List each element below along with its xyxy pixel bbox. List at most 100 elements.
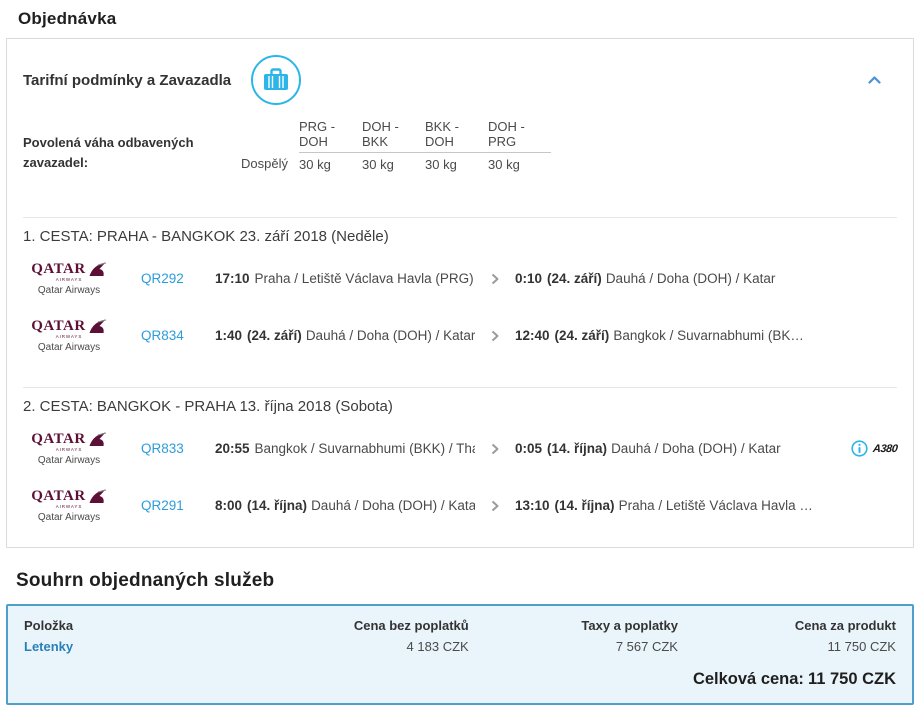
airline-logo-text: QATAR [31, 317, 86, 334]
departure-info: 20:55 Bangkok / Suvarnabhumi (BKK) / Thaj… [215, 441, 475, 456]
arrival-time: 12:40 [515, 328, 550, 343]
airline-name: Qatar Airways [37, 284, 101, 296]
arrival-place: Praha / Letiště Václava Havla … [618, 498, 813, 513]
flight-row: QATAR AIRWAYS Qatar Airways QR292 17:10 P… [23, 255, 897, 302]
qatar-airways-logo: QATAR AIRWAYS Qatar Airways [23, 317, 115, 353]
item-letenky-link[interactable]: Letenky [24, 639, 233, 654]
baggage-segment: DOH - PRG 30 kg [488, 119, 551, 172]
summary-column-base-price: Cena bez poplatků 4 183 CZK [233, 618, 469, 654]
summary-column-item: Položka Letenky [24, 618, 233, 654]
departure-place: Dauhá / Doha (DOH) / Katar [305, 328, 475, 343]
departure-time: 20:55 [215, 441, 250, 456]
airline-name: Qatar Airways [37, 511, 101, 523]
departure-place: Praha / Letiště Václava Havla (PRG) / Če… [254, 271, 475, 286]
arrival-info: 0:10 (24. září) Dauhá / Doha (DOH) / Katar [515, 271, 819, 286]
section-divider [23, 387, 897, 388]
oryx-icon [89, 489, 106, 503]
airline-name: Qatar Airways [37, 454, 101, 466]
qatar-airways-logo: QATAR AIRWAYS Qatar Airways [23, 260, 115, 296]
baggage-segment: BKK - DOH 30 kg [425, 119, 488, 172]
airline-logo-subtext: AIRWAYS [55, 503, 83, 510]
baggage-allowance-label: Povolená váha odbavených zavazadel: [23, 135, 194, 170]
summary-title: Souhrn objednaných služeb [16, 570, 275, 591]
chevron-up-icon[interactable] [868, 76, 881, 84]
oryx-icon [89, 432, 106, 446]
column-header: Cena bez poplatků [353, 618, 469, 633]
segment-route: DOH - PRG [488, 119, 551, 153]
oryx-icon [89, 262, 106, 276]
summary-table: Položka Letenky Cena bez poplatků 4 183 … [24, 618, 896, 654]
total-price-label: Celková cena: [692, 670, 804, 688]
row-icons: A380 [819, 440, 898, 457]
column-header: Cena za produkt [794, 618, 896, 633]
oryx-icon [89, 319, 106, 333]
departure-date: (14. října) [247, 498, 308, 513]
arrival-time: 13:10 [515, 498, 550, 513]
airline-logo-text: QATAR [31, 430, 86, 447]
segment-weight: 30 kg [425, 157, 457, 172]
departure-place: Bangkok / Suvarnabhumi (BKK) / Thajsko [254, 441, 475, 456]
airline-logo-text: QATAR [31, 487, 86, 504]
page-title: Objednávka [18, 9, 117, 28]
chevron-right-icon [475, 273, 515, 285]
segment-weight: 30 kg [488, 157, 520, 172]
aircraft-type-logo: A380 [872, 442, 898, 455]
flight-number-link[interactable]: QR833 [141, 441, 215, 456]
segment-route: PRG - DOH [299, 119, 362, 153]
trip-1-title: 1. CESTA: PRAHA - BANGKOK 23. září 2018 … [23, 228, 389, 245]
tariff-section-header: Tarifní podmínky a Zavazadla [23, 55, 897, 105]
arrival-time: 0:10 [515, 271, 543, 286]
baggage-segment: DOH - BKK 30 kg [362, 119, 425, 172]
arrival-info: 12:40 (24. září) Bangkok / Suvarnabhumi (B… [515, 328, 819, 343]
baggage-icon [251, 55, 302, 105]
flight-number-link[interactable]: QR834 [141, 328, 215, 343]
airline-name: Qatar Airways [37, 341, 101, 353]
arrival-place: Dauhá / Doha (DOH) / Katar [605, 271, 776, 286]
chevron-right-icon [475, 330, 515, 342]
flight-row: QATAR AIRWAYS Qatar Airways QR834 1:40 (2… [23, 312, 897, 359]
total-price-value: 11 750 CZK [807, 670, 896, 688]
departure-date: (24. září) [247, 328, 302, 343]
total-price: Celková cena: 11 750 CZK [24, 670, 896, 689]
flight-number-link[interactable]: QR292 [141, 271, 215, 286]
airline-logo-cell: QATAR AIRWAYS Qatar Airways [23, 260, 141, 296]
order-summary-box: Položka Letenky Cena bez poplatků 4 183 … [6, 604, 914, 705]
order-details-card: Tarifní podmínky a Zavazadla Povolená vá… [6, 38, 914, 548]
base-price-value: 4 183 CZK [406, 639, 469, 654]
departure-time: 1:40 [215, 328, 243, 343]
column-header: Položka [24, 618, 74, 633]
arrival-date: (24. září) [547, 271, 602, 286]
airline-logo-text: QATAR [31, 260, 86, 277]
flight-row: QATAR AIRWAYS Qatar Airways QR291 8:00 (1… [23, 482, 897, 529]
airline-logo-cell: QATAR AIRWAYS Qatar Airways [23, 317, 141, 353]
arrival-date: (24. září) [554, 328, 610, 343]
departure-place: Dauhá / Doha (DOH) / Katar [311, 498, 475, 513]
departure-info: 17:10 Praha / Letiště Václava Havla (PRG)… [215, 271, 475, 286]
qatar-airways-logo: QATAR AIRWAYS Qatar Airways [23, 487, 115, 523]
segment-route: BKK - DOH [425, 119, 488, 153]
flight-number-link[interactable]: QR291 [141, 498, 215, 513]
segment-route: DOH - BKK [362, 119, 425, 153]
airline-logo-subtext: AIRWAYS [55, 333, 83, 340]
arrival-info: 0:05 (14. října) Dauhá / Doha (DOH) / Kata… [515, 441, 819, 456]
baggage-allowance-table: Povolená váha odbavených zavazadel: Dosp… [23, 119, 897, 172]
segment-weight: 30 kg [362, 157, 394, 172]
trip-2-title: 2. CESTA: BANGKOK - PRAHA 13. října 2018… [23, 398, 393, 415]
chevron-right-icon [475, 443, 515, 455]
tariff-section-title: Tarifní podmínky a Zavazadla [23, 71, 232, 89]
departure-info: 1:40 (24. září) Dauhá / Doha (DOH) / Katar [215, 328, 475, 343]
airline-logo-subtext: AIRWAYS [55, 446, 83, 453]
arrival-place: Dauhá / Doha (DOH) / Katar [611, 441, 781, 456]
departure-time: 17:10 [215, 271, 250, 286]
airline-logo-subtext: AIRWAYS [55, 276, 83, 283]
info-icon[interactable] [851, 440, 868, 457]
section-divider [23, 217, 897, 218]
flight-row: QATAR AIRWAYS Qatar Airways QR833 20:55 B… [23, 425, 897, 472]
airline-logo-cell: QATAR AIRWAYS Qatar Airways [23, 487, 141, 523]
summary-column-taxes: Taxy a poplatky 7 567 CZK [469, 618, 678, 654]
arrival-date: (14. října) [547, 441, 608, 456]
segment-weight: 30 kg [299, 157, 331, 172]
airline-logo-cell: QATAR AIRWAYS Qatar Airways [23, 430, 141, 466]
baggage-segment: PRG - DOH 30 kg [299, 119, 362, 172]
departure-time: 8:00 [215, 498, 243, 513]
